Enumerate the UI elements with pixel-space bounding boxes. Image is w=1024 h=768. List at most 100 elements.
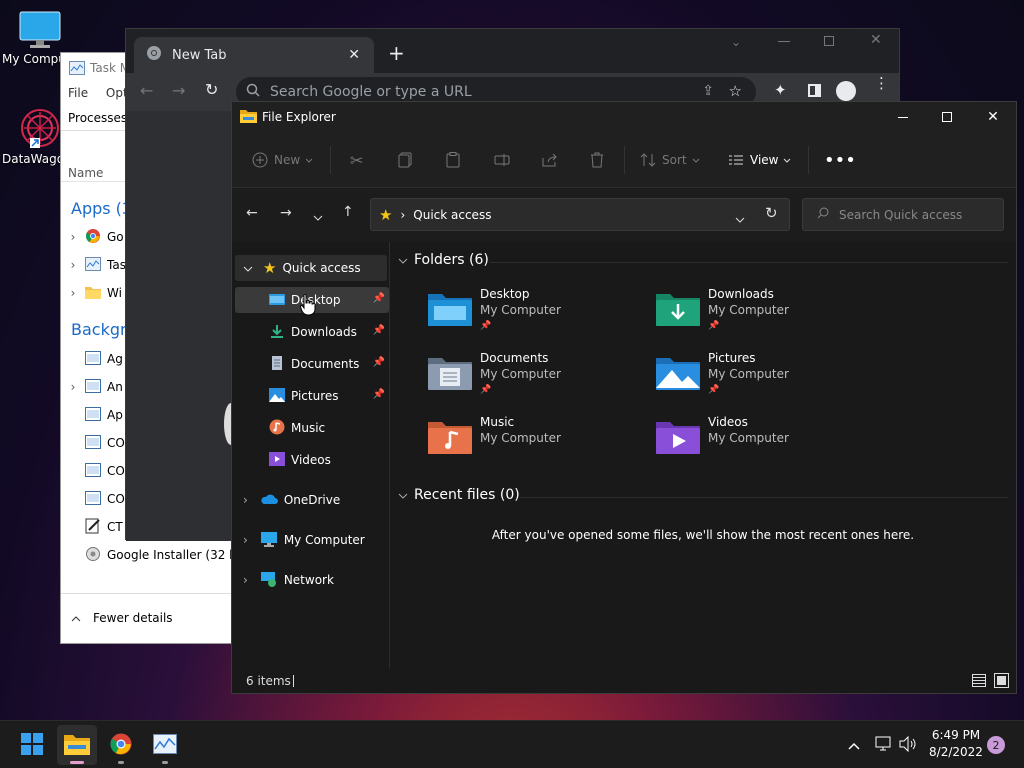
folder-tile-documents[interactable]: Documents My Computer 📌 — [428, 350, 561, 410]
view-button[interactable]: View — [728, 132, 791, 188]
windows-logo-icon — [20, 732, 44, 759]
folder-tile-music[interactable]: Music My Computer — [428, 414, 561, 474]
side-panel-icon[interactable] — [808, 84, 821, 97]
close-tab-icon[interactable]: ✕ — [348, 47, 360, 63]
pin-icon[interactable]: 📌 — [373, 293, 385, 304]
chevron-right-icon[interactable]: › — [243, 533, 248, 547]
nav-onedrive[interactable]: › OneDrive — [235, 487, 389, 513]
fewer-details-button[interactable]: Fewer details — [71, 611, 173, 625]
notification-badge[interactable]: 2 — [987, 736, 1005, 754]
back-icon[interactable]: ← — [140, 81, 153, 100]
nav-label: Downloads — [291, 325, 357, 339]
address-bar[interactable]: ★ › Quick access ↻ — [370, 198, 790, 231]
refresh-icon[interactable]: ↻ — [765, 204, 778, 222]
chrome-tab[interactable]: New Tab ✕ — [134, 37, 374, 73]
tiles-view-icon[interactable] — [994, 673, 1009, 688]
new-button[interactable]: New — [252, 132, 313, 188]
nav-network[interactable]: › Network — [235, 567, 389, 593]
folder-tile-downloads[interactable]: Downloads My Computer 📌 — [656, 286, 789, 346]
cut-button[interactable]: ✂ — [350, 132, 363, 188]
folders-section-header[interactable]: Folders (6) — [398, 252, 489, 268]
extensions-icon[interactable]: ✦ — [774, 81, 787, 99]
search-box[interactable]: Search Quick access — [802, 198, 1004, 231]
service-icon — [85, 378, 107, 396]
chevron-right-icon[interactable]: › — [243, 493, 248, 507]
ellipsis-icon: ••• — [824, 149, 856, 171]
nav-item-music[interactable]: Music — [235, 415, 389, 441]
nav-item-documents[interactable]: Documents 📌 — [235, 351, 389, 377]
start-button[interactable] — [12, 725, 52, 765]
nav-item-downloads[interactable]: Downloads 📌 — [235, 319, 389, 345]
process-row[interactable]: Ag — [61, 345, 123, 373]
paste-button[interactable] — [446, 132, 460, 188]
pin-icon[interactable]: 📌 — [373, 325, 385, 336]
chevron-down-icon[interactable] — [735, 212, 745, 226]
nav-quick-access[interactable]: ★ Quick access — [235, 255, 387, 281]
tab-search-icon[interactable]: ⌄ — [731, 35, 741, 49]
maximize-button[interactable] — [924, 102, 970, 132]
forward-icon[interactable]: → — [172, 81, 185, 100]
profile-avatar-icon[interactable] — [836, 81, 856, 101]
delete-button[interactable] — [590, 132, 604, 188]
taskbar-chrome[interactable] — [101, 725, 141, 765]
recent-locations-icon[interactable] — [313, 210, 323, 224]
close-button[interactable]: ✕ — [970, 102, 1016, 132]
copy-button[interactable] — [398, 132, 412, 188]
process-row[interactable]: CO — [61, 457, 125, 485]
process-row[interactable]: › Go — [61, 223, 124, 251]
minimize-icon[interactable] — [778, 41, 790, 42]
forward-icon[interactable]: → — [280, 205, 292, 221]
pin-icon: 📌 — [708, 385, 720, 395]
pin-icon[interactable]: 📌 — [373, 389, 385, 400]
folder-tile-pictures[interactable]: Pictures My Computer 📌 — [656, 350, 789, 410]
recent-files-section-header[interactable]: Recent files (0) — [398, 487, 520, 503]
process-row[interactable]: CT — [61, 513, 123, 541]
process-row[interactable]: › Wi — [61, 279, 122, 307]
column-header-name[interactable]: Name — [68, 166, 103, 180]
nav-item-pictures[interactable]: Pictures 📌 — [235, 383, 389, 409]
minimize-button[interactable] — [880, 102, 926, 132]
chevron-right-icon[interactable]: › — [61, 258, 85, 272]
file-explorer-icon — [64, 733, 90, 758]
share-button[interactable] — [542, 132, 558, 188]
nav-item-videos[interactable]: Videos — [235, 447, 389, 473]
chevron-down-icon[interactable] — [243, 261, 253, 275]
taskbar-file-explorer[interactable] — [57, 725, 97, 765]
folder-tile-desktop[interactable]: Desktop My Computer 📌 — [428, 286, 561, 346]
chevron-right-icon[interactable]: › — [61, 286, 85, 300]
pin-icon[interactable]: 📌 — [373, 357, 385, 368]
reload-icon[interactable]: ↻ — [205, 80, 218, 99]
process-row[interactable]: CO — [61, 429, 125, 457]
new-tab-icon[interactable]: + — [388, 41, 405, 65]
chevron-right-icon[interactable]: › — [61, 380, 85, 394]
show-hidden-icons-icon[interactable] — [848, 739, 860, 753]
process-name: CO — [107, 464, 125, 478]
more-options-button[interactable]: ••• — [824, 132, 856, 188]
sort-button[interactable]: Sort — [640, 132, 700, 188]
active-indicator — [70, 761, 84, 764]
menu-file[interactable]: File — [68, 86, 88, 100]
back-icon[interactable]: ← — [246, 205, 258, 221]
process-row[interactable]: Google Installer (32 bit) — [61, 541, 250, 569]
process-row[interactable]: Ap — [61, 401, 123, 429]
process-row[interactable]: › Tas — [61, 251, 126, 279]
process-row[interactable]: CO — [61, 485, 125, 513]
network-status-icon[interactable] — [874, 736, 892, 755]
taskbar-task-manager[interactable] — [145, 725, 185, 765]
chevron-right-icon[interactable]: › — [243, 573, 248, 587]
clock[interactable]: 6:49 PM 8/2/2022 — [928, 727, 984, 761]
volume-icon[interactable] — [899, 735, 917, 755]
up-icon[interactable]: ↑ — [342, 204, 354, 220]
process-row[interactable]: › An — [61, 373, 123, 401]
share-icon[interactable]: ⇪ — [702, 83, 714, 99]
bookmark-star-icon[interactable]: ☆ — [729, 82, 742, 100]
folder-tile-videos[interactable]: Videos My Computer — [656, 414, 789, 474]
maximize-icon[interactable] — [824, 36, 834, 46]
tab-processes[interactable]: Processes — [68, 111, 127, 125]
menu-kebab-icon[interactable]: ⋮ — [874, 76, 889, 91]
close-icon[interactable]: ✕ — [870, 32, 882, 48]
details-view-icon[interactable] — [972, 674, 986, 687]
rename-button[interactable] — [494, 132, 510, 188]
chevron-right-icon[interactable]: › — [61, 230, 85, 244]
nav-my-computer[interactable]: › My Computer — [235, 527, 389, 553]
